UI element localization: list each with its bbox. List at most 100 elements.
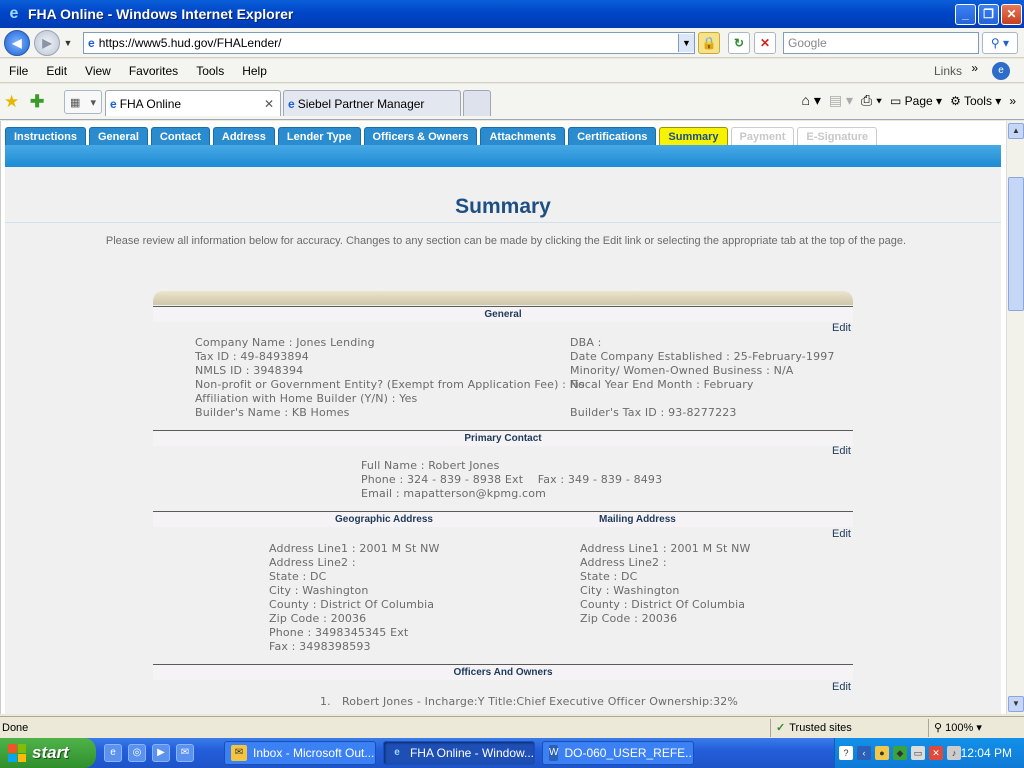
- divider: [770, 719, 771, 737]
- browser-quicklaunch-icon[interactable]: ◎: [128, 744, 146, 762]
- edit-officers-link[interactable]: Edit: [832, 681, 851, 693]
- edit-address-link[interactable]: Edit: [832, 528, 851, 540]
- task-label: FHA Online - Window...: [409, 746, 534, 760]
- ie-page-icon: e: [288, 96, 295, 111]
- back-button[interactable]: ◀: [4, 29, 30, 56]
- volume-icon[interactable]: ♪: [947, 746, 961, 760]
- address-dropdown-icon[interactable]: ▼: [678, 34, 694, 52]
- tab-attachments[interactable]: Attachments: [480, 127, 566, 146]
- page-menu-label: Page: [904, 93, 933, 108]
- chevron-right-icon[interactable]: »: [971, 61, 978, 75]
- minority-women-owned: Minority/ Women-Owned Business : N/A: [570, 364, 794, 377]
- zoom-level: 100%: [945, 722, 974, 734]
- tab-siebel[interactable]: e Siebel Partner Manager: [283, 90, 461, 116]
- minimize-button[interactable]: _: [955, 3, 976, 25]
- security-icon[interactable]: ✕: [929, 746, 943, 760]
- menu-tools[interactable]: Tools: [187, 64, 233, 78]
- tab-instructions[interactable]: Instructions: [5, 127, 86, 146]
- start-button[interactable]: start: [0, 738, 96, 768]
- company-name: Company Name : Jones Lending: [195, 336, 375, 349]
- status-text: Done: [2, 722, 29, 734]
- close-tab-icon[interactable]: ✕: [264, 97, 274, 111]
- outlook-icon: ✉: [231, 745, 247, 761]
- refresh-button[interactable]: ↻: [728, 32, 750, 54]
- tab-band: [5, 145, 1001, 167]
- scroll-up-icon[interactable]: ▲: [1008, 123, 1024, 139]
- tab-summary[interactable]: Summary: [659, 127, 728, 146]
- media-quicklaunch-icon[interactable]: ▶: [152, 744, 170, 762]
- close-button[interactable]: ✕: [1001, 3, 1022, 25]
- zone-label: Trusted sites: [789, 721, 852, 734]
- scroll-thumb[interactable]: [1008, 177, 1024, 311]
- chevron-right-icon[interactable]: »: [1009, 94, 1016, 108]
- home-icon[interactable]: ⌂ ▾: [801, 92, 820, 109]
- windows-flag-icon: [8, 744, 26, 762]
- geo-address-line2: Address Line2 :: [269, 556, 356, 569]
- ie-quicklaunch-icon[interactable]: e: [104, 744, 122, 762]
- menu-view[interactable]: View: [76, 64, 120, 78]
- tab-label: FHA Online: [119, 96, 182, 111]
- tab-general[interactable]: General: [88, 127, 148, 146]
- tab-lender-type[interactable]: Lender Type: [277, 127, 361, 146]
- tab-contact[interactable]: Contact: [150, 127, 210, 146]
- arrow-icon[interactable]: ‹: [857, 746, 871, 760]
- page-viewport: Instructions General Contact Address Len…: [0, 121, 1006, 714]
- menu-help[interactable]: Help: [233, 64, 276, 78]
- mailing-address-title: Mailing Address: [599, 514, 676, 525]
- dba: DBA :: [570, 336, 602, 349]
- search-input[interactable]: Google: [783, 32, 979, 54]
- taskbar: start e ◎ ▶ ✉ ✉ Inbox - Microsoft Out... …: [0, 738, 1024, 768]
- divider: [5, 222, 1001, 223]
- history-dropdown[interactable]: ▼: [62, 38, 74, 48]
- favorites-star-icon[interactable]: ★: [4, 92, 19, 112]
- scroll-down-icon[interactable]: ▼: [1008, 696, 1024, 712]
- tab-officers-owners[interactable]: Officers & Owners: [363, 127, 478, 146]
- feeds-icon[interactable]: ▤ ▾: [829, 92, 853, 109]
- tab-certifications[interactable]: Certifications: [568, 127, 657, 146]
- forward-button[interactable]: ▶: [34, 29, 60, 56]
- fiscal-year-end: Fiscal Year End Month : February: [570, 378, 754, 391]
- print-icon[interactable]: ⎙ ▾: [861, 92, 882, 109]
- menu-file[interactable]: File: [0, 64, 37, 78]
- links-toolbar[interactable]: Links: [934, 64, 962, 78]
- outlook-quicklaunch-icon[interactable]: ✉: [176, 744, 194, 762]
- zoom-control[interactable]: ⚲ 100% ▾: [934, 721, 982, 734]
- new-tab-button[interactable]: [463, 90, 491, 116]
- tools-menu[interactable]: ⚙ Tools ▾: [950, 94, 1001, 108]
- lock-icon[interactable]: 🔒: [698, 32, 720, 54]
- vertical-scrollbar[interactable]: ▲ ▼: [1006, 121, 1024, 714]
- edit-contact-link[interactable]: Edit: [832, 445, 851, 457]
- ie-toolbar-icon[interactable]: e: [992, 62, 1010, 80]
- divider: [928, 719, 929, 737]
- task-outlook[interactable]: ✉ Inbox - Microsoft Out...: [224, 741, 376, 765]
- stop-button[interactable]: ✕: [754, 32, 776, 54]
- command-bar: ⌂ ▾ ▤ ▾ ⎙ ▾ ▭ Page ▾ ⚙ Tools ▾ »: [801, 92, 1016, 109]
- url-text: https://www5.hud.gov/FHALender/: [98, 36, 282, 50]
- menu-favorites[interactable]: Favorites: [120, 64, 187, 78]
- monitor-icon[interactable]: ▭: [911, 746, 925, 760]
- tray-app-icon[interactable]: ●: [875, 746, 889, 760]
- help-icon[interactable]: ?: [839, 746, 853, 760]
- tab-fha-online[interactable]: e FHA Online ✕: [105, 90, 281, 116]
- ie-icon: e: [394, 747, 400, 758]
- address-field[interactable]: e https://www5.hud.gov/FHALender/ ▼: [83, 32, 695, 54]
- add-favorite-icon[interactable]: ✚: [30, 92, 44, 112]
- page-menu[interactable]: ▭ Page ▾: [890, 94, 942, 108]
- tab-address[interactable]: Address: [212, 127, 275, 146]
- section-header-officers: Officers And Owners: [153, 665, 853, 680]
- network-icon[interactable]: ◆: [893, 746, 907, 760]
- contact-email: Email : mapatterson@kpmg.com: [361, 487, 546, 500]
- edit-general-link[interactable]: Edit: [832, 322, 851, 334]
- card-header-bar: [153, 291, 853, 305]
- menu-edit[interactable]: Edit: [37, 64, 76, 78]
- section-title: General: [484, 309, 522, 320]
- page-icon: ▭: [890, 93, 905, 108]
- search-button[interactable]: ⚲ ▾: [982, 32, 1018, 54]
- maximize-button[interactable]: ❐: [978, 3, 999, 25]
- task-fha-online[interactable]: e FHA Online - Window...: [383, 741, 535, 765]
- quick-tabs-button[interactable]: ▦ ▾: [64, 90, 102, 114]
- mail-address-line2: Address Line2 :: [580, 556, 667, 569]
- security-zone[interactable]: ✓ Trusted sites: [776, 721, 852, 735]
- task-word-doc[interactable]: W DO-060_USER_REFE...: [542, 741, 694, 765]
- officer-details: Robert Jones - Incharge:Y Title:Chief Ex…: [342, 695, 738, 708]
